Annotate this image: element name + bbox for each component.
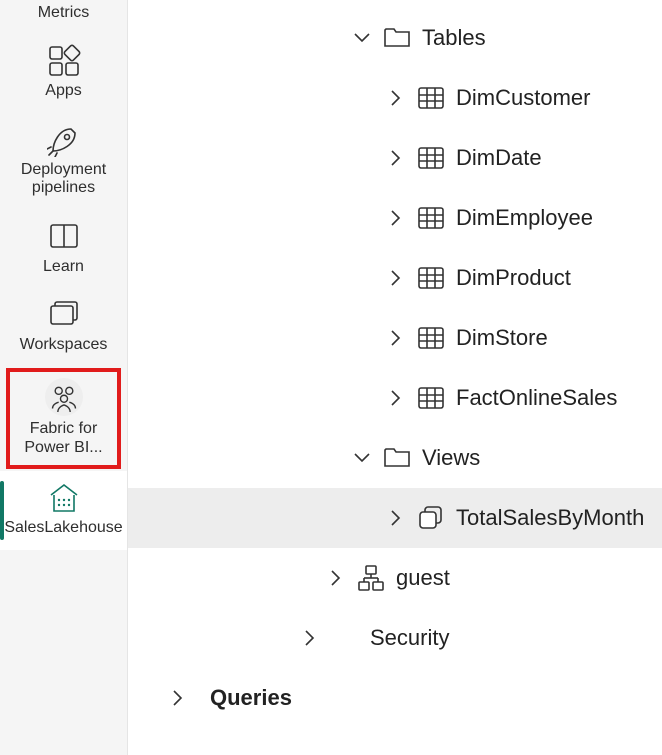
sidebar-item-label: Apps	[45, 82, 81, 100]
sidebar-item-fabric-workspace[interactable]: Fabric for Power BI...	[6, 368, 121, 469]
tree-node-table[interactable]: FactOnlineSales	[128, 368, 662, 428]
table-icon	[416, 203, 446, 233]
tree-node-table[interactable]: DimStore	[128, 308, 662, 368]
chevron-right-icon[interactable]	[386, 389, 406, 407]
chevron-right-icon[interactable]	[386, 509, 406, 527]
tree-node-security[interactable]: Security	[128, 608, 662, 668]
chevron-right-icon[interactable]	[386, 329, 406, 347]
tree-node-label: Security	[370, 625, 449, 651]
tree-node-label: guest	[396, 565, 450, 591]
tree-node-table[interactable]: DimDate	[128, 128, 662, 188]
tree-node-views[interactable]: Views	[128, 428, 662, 488]
tree-node-table[interactable]: DimProduct	[128, 248, 662, 308]
sidebar-item-label: Fabric for Power BI...	[12, 420, 115, 457]
view-icon	[416, 503, 446, 533]
people-icon	[45, 378, 83, 416]
explorer-tree: Tables DimCustomer DimDate DimEmployee D…	[128, 0, 662, 755]
tree-node-table[interactable]: DimCustomer	[128, 68, 662, 128]
table-icon	[416, 83, 446, 113]
folder-icon	[382, 23, 412, 53]
sidebar-item-label: Workspaces	[20, 336, 108, 354]
schema-icon	[356, 563, 386, 593]
table-icon	[416, 143, 446, 173]
tree-node-tables[interactable]: Tables	[128, 8, 662, 68]
chevron-right-icon[interactable]	[386, 209, 406, 227]
chevron-right-icon[interactable]	[300, 629, 320, 647]
chevron-right-icon[interactable]	[386, 149, 406, 167]
tree-node-view-totalsalesbymonth[interactable]: TotalSalesByMonth	[128, 488, 662, 548]
tree-node-label: DimDate	[456, 145, 542, 171]
tree-node-label: DimProduct	[456, 265, 571, 291]
table-icon	[416, 323, 446, 353]
tree-node-table[interactable]: DimEmployee	[128, 188, 662, 248]
rocket-icon	[47, 123, 81, 157]
lakehouse-icon	[47, 481, 81, 515]
book-icon	[47, 220, 81, 254]
apps-icon	[47, 44, 81, 78]
tree-node-label: Queries	[210, 685, 292, 711]
sidebar-item-saleslakehouse[interactable]: SalesLakehouse	[0, 471, 127, 549]
sidebar-item-apps[interactable]: Apps	[0, 34, 127, 112]
tree-node-guest[interactable]: guest	[128, 548, 662, 608]
sidebar-item-deployment-pipelines[interactable]: Deployment pipelines	[0, 113, 127, 210]
tree-node-label: DimCustomer	[456, 85, 590, 111]
table-icon	[416, 263, 446, 293]
chevron-right-icon[interactable]	[386, 89, 406, 107]
sidebar-item-label: Metrics	[38, 4, 90, 22]
tree-node-label: FactOnlineSales	[456, 385, 617, 411]
chevron-right-icon[interactable]	[386, 269, 406, 287]
tree-node-label: TotalSalesByMonth	[456, 505, 644, 531]
sidebar-item-label: Learn	[43, 258, 84, 276]
sidebar-item-metrics[interactable]: Metrics	[0, 0, 127, 34]
tree-node-label: Views	[422, 445, 480, 471]
tree-node-queries[interactable]: Queries	[128, 668, 662, 728]
chevron-down-icon[interactable]	[352, 449, 372, 467]
workspaces-icon	[47, 298, 81, 332]
chevron-right-icon[interactable]	[168, 689, 188, 707]
table-icon	[416, 383, 446, 413]
sidebar: Metrics Apps Deployment pipelines Learn	[0, 0, 128, 755]
tree-node-label: DimStore	[456, 325, 548, 351]
tree-node-label: DimEmployee	[456, 205, 593, 231]
folder-icon	[382, 443, 412, 473]
sidebar-item-label: Deployment pipelines	[4, 161, 123, 198]
chevron-right-icon[interactable]	[326, 569, 346, 587]
tree-node-label: Tables	[422, 25, 486, 51]
chevron-down-icon[interactable]	[352, 29, 372, 47]
sidebar-item-label: SalesLakehouse	[4, 519, 122, 537]
sidebar-item-workspaces[interactable]: Workspaces	[0, 288, 127, 366]
sidebar-item-learn[interactable]: Learn	[0, 210, 127, 288]
